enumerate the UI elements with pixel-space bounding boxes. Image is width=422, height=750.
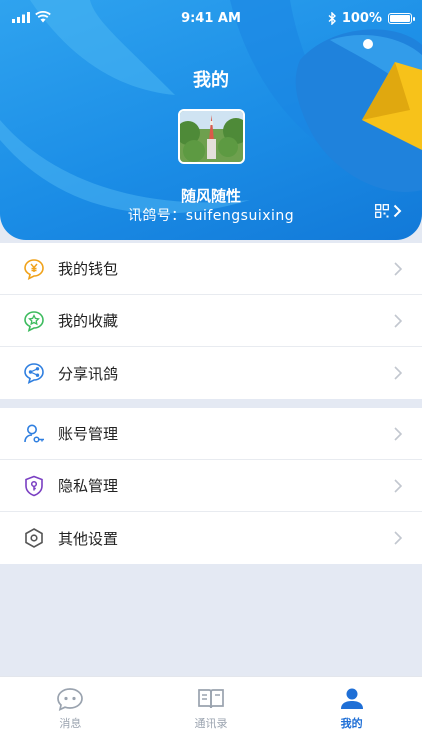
battery-percentage: 100% [341, 11, 382, 26]
privacy-shield-icon [22, 474, 46, 498]
tab-label: 通讯录 [194, 717, 228, 730]
menu-group-primary: 我的钱包 我的收藏 分享讯鸽 [0, 243, 422, 399]
menu-group-secondary: 账号管理 隐私管理 其他设置 [0, 408, 422, 564]
menu-item-label: 账号管理 [58, 425, 119, 443]
tab-profile[interactable]: 我的 [281, 677, 422, 750]
share-icon [22, 361, 46, 385]
avatar-photo [180, 111, 243, 162]
menu-item-label: 分享讯鸽 [58, 364, 119, 383]
bluetooth-icon [328, 12, 336, 25]
menu-item-label: 其他设置 [58, 529, 119, 548]
favorites-star-icon [22, 309, 46, 333]
qr-code-icon [375, 204, 389, 218]
menu-item-label: 我的收藏 [58, 312, 119, 330]
menu-item-share[interactable]: 分享讯鸽 [0, 347, 422, 399]
tab-contacts[interactable]: 通讯录 [141, 677, 282, 750]
menu-item-privacy-management[interactable]: 隐私管理 [0, 460, 422, 512]
tab-label: 我的 [340, 717, 363, 730]
account-id: 讯鸽号：suifengsuixing [127, 208, 295, 224]
tab-messages[interactable]: 消息 [0, 677, 141, 750]
avatar[interactable] [178, 109, 245, 164]
chat-bubble-icon [57, 688, 84, 711]
chevron-right-icon [394, 479, 402, 493]
settings-hexagon-icon [22, 526, 46, 550]
battery-icon [388, 13, 415, 24]
menu-item-account-management[interactable]: 账号管理 [0, 408, 422, 460]
menu-item-favorites[interactable]: 我的收藏 [0, 295, 422, 347]
menu-item-label: 隐私管理 [58, 477, 119, 495]
menu-item-label: 我的钱包 [58, 260, 119, 278]
chevron-right-icon [394, 427, 402, 441]
tab-label: 消息 [59, 717, 82, 730]
status-bar: 9:41 AM 100% [0, 0, 422, 38]
profile-header: 9:41 AM 100% 我的 随风随性 讯鸽号：suifengsuixing [0, 0, 422, 240]
chevron-right-icon [394, 531, 402, 545]
chevron-right-icon [393, 204, 402, 218]
chevron-right-icon [394, 262, 402, 276]
username: 随风随性 [180, 187, 241, 205]
chevron-right-icon [394, 366, 402, 380]
bottom-tab-bar: 消息 通讯录 我的 [0, 676, 422, 750]
page-title: 我的 [193, 70, 229, 91]
account-key-icon [22, 422, 46, 446]
wallet-yen-icon [22, 257, 46, 281]
contacts-book-icon [198, 689, 224, 709]
menu-item-wallet[interactable]: 我的钱包 [0, 243, 422, 295]
chevron-right-icon [394, 314, 402, 328]
menu-item-other-settings[interactable]: 其他设置 [0, 512, 422, 564]
qr-code-button[interactable] [375, 204, 402, 218]
profile-person-icon [340, 688, 363, 709]
